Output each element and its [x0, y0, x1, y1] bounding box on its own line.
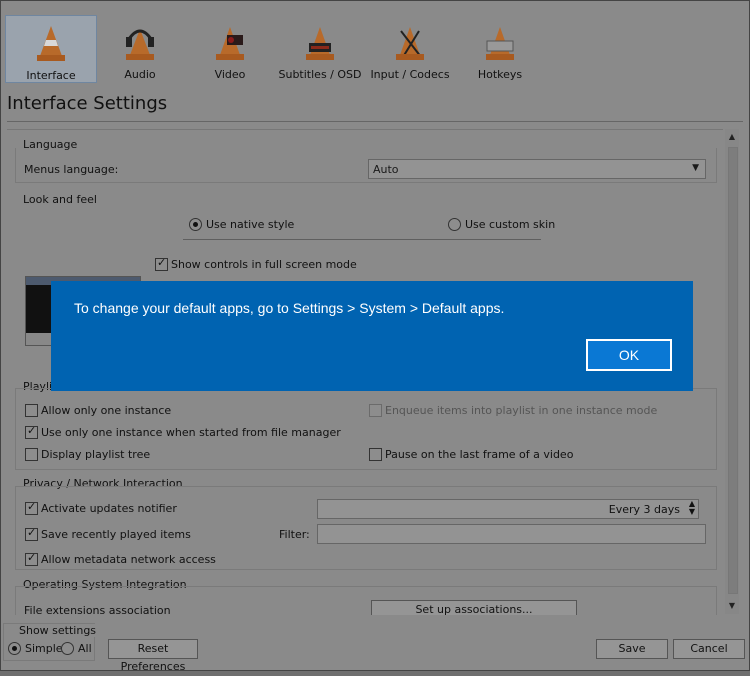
display-playlist-tree-label: Display playlist tree: [41, 448, 151, 461]
radio-dot: [193, 222, 198, 227]
vlc-cone-interface-icon: [37, 26, 65, 61]
settings-scrollbar[interactable]: ▲ ▼: [725, 129, 739, 614]
allow-one-instance-checkbox[interactable]: [25, 404, 38, 417]
default-apps-dialog: To change your default apps, go to Setti…: [51, 281, 693, 391]
save-recent-items-label: Save recently played items: [41, 528, 191, 541]
save-button[interactable]: Save: [596, 639, 668, 659]
menus-language-value: Auto: [373, 163, 399, 176]
file-extensions-label: File extensions association: [24, 604, 171, 615]
native-style-label: Use native style: [206, 218, 295, 231]
section-look-and-feel: Look and feel: [23, 193, 97, 206]
vlc-cone-headphones-icon: [126, 29, 154, 60]
vlc-cone-codecs-icon: [396, 27, 424, 60]
tab-audio-label: Audio: [124, 68, 156, 81]
reset-preferences-button[interactable]: Reset Preferences: [108, 639, 198, 673]
tab-interface-label: Interface: [26, 69, 76, 82]
updates-interval-value: Every 3 days: [608, 503, 680, 516]
setup-associations-button[interactable]: Set up associations...: [371, 600, 577, 615]
scrollbar-thumb[interactable]: [728, 147, 738, 594]
enqueue-items-label: Enqueue items into playlist in one insta…: [385, 404, 658, 417]
tab-subtitles-osd[interactable]: Subtitles / OSD: [275, 15, 365, 81]
show-controls-fullscreen-checkbox[interactable]: ✓: [155, 256, 168, 271]
allow-one-instance-label: Allow only one instance: [41, 404, 172, 417]
tab-hotkeys-label: Hotkeys: [477, 68, 523, 81]
chevron-down-icon: ▼: [692, 163, 699, 173]
one-instance-file-manager-checkbox[interactable]: ✓: [25, 424, 38, 439]
filter-input[interactable]: [317, 524, 706, 544]
pause-last-frame-checkbox[interactable]: [369, 448, 382, 461]
check-icon: ✓: [27, 500, 37, 513]
dialog-message: To change your default apps, go to Setti…: [74, 300, 505, 316]
tab-input-codecs[interactable]: Input / Codecs: [365, 15, 455, 81]
pause-last-frame-label: Pause on the last frame of a video: [385, 448, 574, 461]
vlc-cone-video-icon: [216, 27, 244, 60]
updates-notifier-label: Activate updates notifier: [41, 502, 177, 515]
all-radio[interactable]: [61, 642, 74, 655]
updates-interval-spinbox[interactable]: Every 3 days ▲ ▼: [317, 499, 699, 519]
radio-dot: [12, 646, 17, 651]
native-style-radio[interactable]: [189, 218, 202, 231]
metadata-access-checkbox[interactable]: ✓: [25, 551, 38, 566]
category-toolbar: Interface Audio Video Subtitles / OSD In…: [1, 15, 541, 83]
tab-subtitles-osd-label: Subtitles / OSD: [278, 68, 362, 81]
show-settings-label: Show settings: [17, 624, 99, 637]
tab-hotkeys[interactable]: Hotkeys: [455, 15, 545, 81]
menus-language-select[interactable]: Auto ▼: [368, 159, 706, 179]
tab-video-label: Video: [214, 68, 246, 81]
menus-language-label: Menus language:: [24, 163, 119, 176]
filter-label: Filter:: [279, 528, 310, 541]
simple-label: Simple: [25, 642, 63, 655]
spin-arrows-icon[interactable]: ▲ ▼: [689, 500, 695, 516]
title-divider: [7, 121, 743, 122]
save-recent-items-checkbox[interactable]: ✓: [25, 526, 38, 541]
skin-divider: [183, 239, 541, 240]
custom-skin-radio[interactable]: [448, 218, 461, 231]
updates-notifier-checkbox[interactable]: ✓: [25, 500, 38, 515]
enqueue-items-checkbox[interactable]: [369, 404, 382, 417]
cancel-button[interactable]: Cancel: [673, 639, 745, 659]
check-icon: ✓: [27, 424, 37, 437]
metadata-access-label: Allow metadata network access: [41, 553, 216, 566]
show-controls-fullscreen-label: Show controls in full screen mode: [171, 258, 357, 271]
simple-radio[interactable]: [8, 642, 21, 655]
check-icon: ✓: [157, 256, 167, 269]
tab-interface[interactable]: Interface: [5, 15, 97, 83]
all-label: All: [78, 642, 92, 655]
ok-button[interactable]: OK: [586, 339, 672, 371]
check-icon: ✓: [27, 526, 37, 539]
one-instance-file-manager-label: Use only one instance when started from …: [41, 426, 341, 439]
tab-video[interactable]: Video: [185, 15, 275, 81]
check-icon: ✓: [27, 551, 37, 564]
scroll-up-icon[interactable]: ▲: [725, 131, 739, 143]
vlc-cone-subtitles-icon: [306, 27, 334, 60]
tab-audio[interactable]: Audio: [95, 15, 185, 81]
custom-skin-label: Use custom skin: [465, 218, 556, 231]
page-title: Interface Settings: [7, 93, 168, 114]
display-playlist-tree-checkbox[interactable]: [25, 448, 38, 461]
tab-input-codecs-label: Input / Codecs: [370, 68, 450, 81]
scroll-down-icon[interactable]: ▼: [725, 600, 739, 612]
vlc-cone-hotkeys-icon: [486, 27, 514, 60]
